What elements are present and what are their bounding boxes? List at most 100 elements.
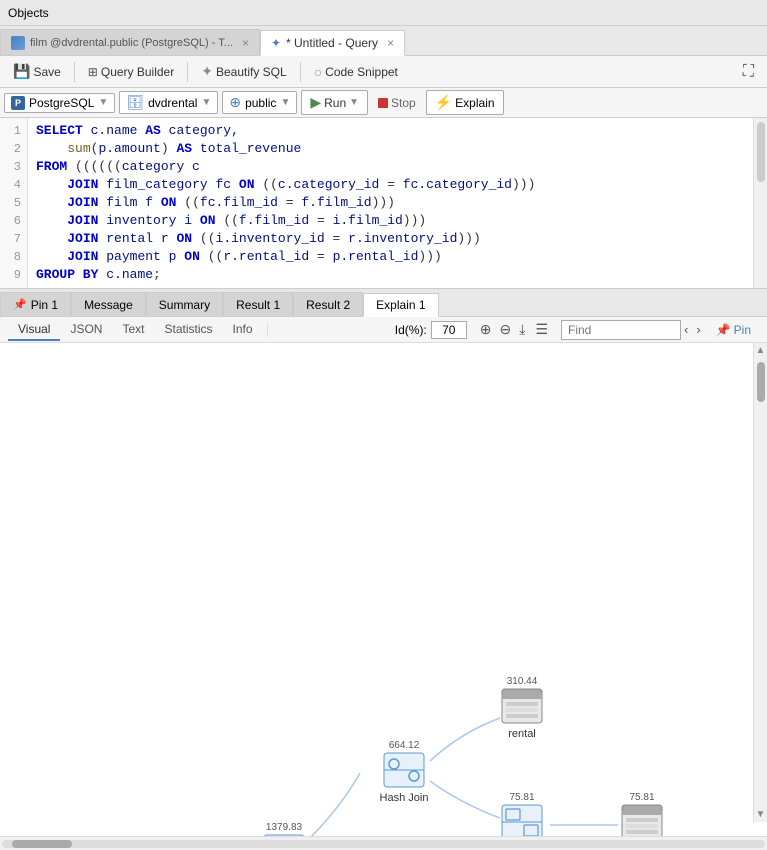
node-hashjoin2[interactable]: 1379.83 Hash Join (260, 822, 309, 836)
hscroll-track (2, 840, 765, 848)
tab-film-close[interactable]: × (242, 36, 249, 50)
beautify-icon: ✦ (201, 63, 213, 80)
node-inventory[interactable]: 75.81 inventory (620, 792, 665, 836)
node-hash2[interactable]: 75.81 Hash (502, 792, 542, 836)
vstab-statistics[interactable]: Statistics (155, 319, 223, 341)
sql-editor[interactable]: 123456789 SELECT c.name AS category, sum… (0, 118, 767, 289)
editor-vscroll-thumb[interactable] (757, 122, 765, 182)
query-builder-button[interactable]: ⊞ Query Builder (79, 61, 183, 83)
fullscreen-button[interactable]: ⛶ (734, 59, 763, 85)
pin-icon-visual: 📌 (716, 323, 731, 337)
explain-button[interactable]: ⚡ Explain (426, 90, 504, 115)
code-line-9: GROUP BY c.name; (36, 266, 745, 284)
beautify-label: Beautify SQL (216, 65, 287, 79)
save-button[interactable]: 💾 Save (4, 59, 70, 84)
toolbar-sep-3 (300, 62, 301, 82)
explain-icon: ⚡ (435, 94, 452, 111)
rtab-pin1[interactable]: 📌 Pin 1 (0, 292, 71, 316)
vstab-visual[interactable]: Visual (8, 319, 60, 341)
rtab-result1[interactable]: Result 1 (223, 292, 293, 316)
db-type-chevron: ▼ (98, 97, 108, 108)
vstab-info[interactable]: Info (223, 319, 263, 341)
code-editor[interactable]: SELECT c.name AS category, sum(p.amount)… (28, 118, 753, 288)
node-hj2-cost: 1379.83 (266, 822, 303, 833)
schema-select[interactable]: ⊕ public ▼ (222, 91, 297, 114)
beautify-button[interactable]: ✦ Beautify SQL (192, 59, 295, 84)
rtab-message[interactable]: Message (71, 292, 146, 316)
code-line-2: sum(p.amount) AS total_revenue (36, 140, 745, 158)
node-rental-label: rental (508, 728, 536, 740)
tab-untitled-close[interactable]: × (387, 36, 394, 50)
id-input[interactable] (431, 321, 467, 339)
results-section: 📌 Pin 1 Message Summary Result 1 Result … (0, 289, 767, 850)
pin-button[interactable]: 📌 Pin (708, 320, 759, 340)
objects-bar: Objects (0, 0, 767, 26)
vstab-sep (267, 323, 268, 337)
postgresql-icon: P (11, 96, 25, 110)
rtab-summary-label: Summary (159, 298, 210, 312)
stop-label: Stop (391, 96, 416, 110)
editor-vscroll[interactable] (753, 118, 767, 288)
db-type-label: PostgreSQL (29, 96, 94, 110)
tab-untitled[interactable]: ✦ * Untitled - Query × (260, 30, 405, 56)
code-snippet-icon: ○ (314, 64, 322, 80)
vstab-text-label: Text (122, 322, 144, 336)
rtab-result1-label: Result 1 (236, 298, 280, 312)
visual-plan[interactable]: 2698.42 Σ Aggregate 2387.07 Hash Join (0, 343, 767, 836)
visual-plan-wrapper: 2698.42 Σ Aggregate 2387.07 Hash Join (0, 343, 767, 836)
save-label: Save (33, 65, 60, 79)
database-icon: 🗄 (126, 94, 144, 111)
tab-film[interactable]: film @dvdrental.public (PostgreSQL) - T.… (0, 29, 260, 55)
tab-untitled-label: * Untitled - Query (286, 36, 378, 50)
line-hj3-rental (430, 718, 500, 761)
rtab-summary[interactable]: Summary (146, 292, 223, 316)
rtab-pin1-label: Pin 1 (31, 298, 58, 312)
vstab-text[interactable]: Text (112, 319, 154, 341)
db-type-select[interactable]: P PostgreSQL ▼ (4, 93, 115, 113)
vscroll-up-arrow[interactable]: ▲ (754, 343, 767, 358)
zoom-fit-button[interactable]: ⤓ (516, 320, 528, 339)
next-result-button[interactable]: › (693, 321, 703, 338)
nav-buttons: ‹ › (681, 321, 704, 338)
code-line-7: JOIN rental r ON ((i.inventory_id = r.in… (36, 230, 745, 248)
database-select[interactable]: 🗄 dvdrental ▼ (119, 91, 218, 114)
node-rental-row3 (506, 714, 538, 718)
node-hashjoin3[interactable]: 664.12 Hash Join (380, 740, 429, 804)
pin-label: Pin (734, 323, 751, 337)
query-builder-icon: ⊞ (88, 65, 98, 79)
rtab-explain1[interactable]: Explain 1 (363, 293, 438, 317)
visual-hscroll[interactable] (0, 836, 767, 850)
node-rental[interactable]: 310.44 rental (502, 676, 542, 740)
zoom-in-button[interactable]: ⊕ (477, 320, 495, 339)
run-button[interactable]: ▶ Run ▼ (301, 90, 368, 115)
visual-vscroll[interactable]: ▲ ▼ (753, 343, 767, 822)
stop-icon (378, 98, 388, 108)
id-control: Id(%): ⊕ ⊖ ⤓ ☰ ‹ › 📌 Pin (395, 320, 759, 340)
vscroll-down-arrow[interactable]: ▼ (754, 807, 767, 822)
vstab-json-label: JSON (70, 322, 102, 336)
database-chevron: ▼ (201, 97, 211, 108)
node-hj2-bg (264, 835, 304, 836)
connection-bar: P PostgreSQL ▼ 🗄 dvdrental ▼ ⊕ public ▼ … (0, 88, 767, 118)
vscroll-thumb[interactable] (757, 362, 765, 402)
node-hj3-label: Hash Join (380, 792, 429, 804)
vstab-json[interactable]: JSON (60, 319, 112, 341)
hscroll-thumb[interactable] (12, 840, 72, 848)
node-hj3-cost: 664.12 (389, 740, 420, 751)
layout-button[interactable]: ☰ (532, 320, 551, 339)
node-inv-row2 (626, 824, 658, 828)
zoom-out-button[interactable]: ⊖ (497, 320, 515, 339)
save-icon: 💾 (13, 63, 30, 80)
result-tabs: 📌 Pin 1 Message Summary Result 1 Result … (0, 289, 767, 317)
query-icon: ✦ (271, 36, 281, 50)
stop-button[interactable]: Stop (372, 93, 422, 113)
prev-result-button[interactable]: ‹ (681, 321, 691, 338)
node-inv-cost: 75.81 (629, 792, 654, 803)
schema-icon: ⊕ (229, 94, 241, 111)
rtab-explain1-label: Explain 1 (376, 298, 425, 312)
vstab-visual-label: Visual (18, 322, 50, 336)
rtab-result2[interactable]: Result 2 (293, 292, 363, 316)
toolbar-sep-1 (74, 62, 75, 82)
find-input[interactable] (561, 320, 681, 340)
code-snippet-button[interactable]: ○ Code Snippet (305, 60, 407, 84)
